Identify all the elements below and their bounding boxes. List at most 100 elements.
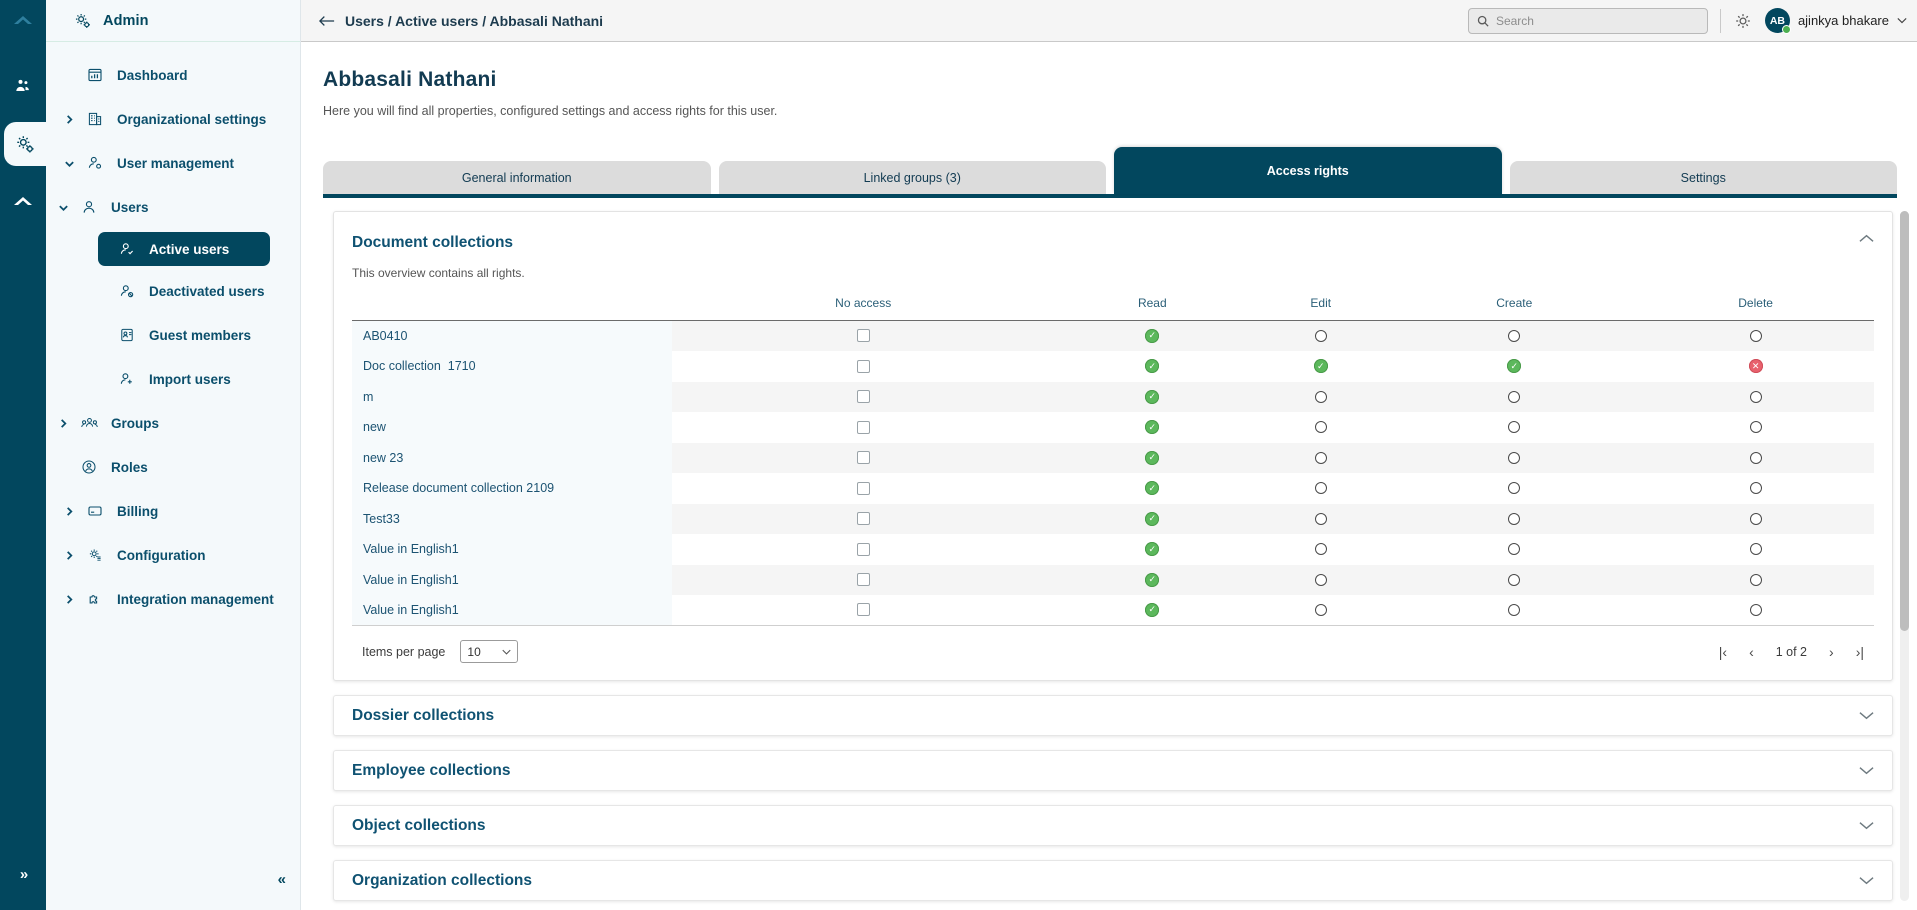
cell-edit[interactable] — [1250, 564, 1392, 595]
granted-icon[interactable]: ✓ — [1145, 572, 1160, 587]
granted-icon[interactable]: ✓ — [1145, 389, 1160, 404]
permission-radio[interactable] — [1749, 543, 1762, 556]
permission-radio[interactable] — [1314, 390, 1327, 403]
cell-create[interactable]: ✓ — [1391, 351, 1637, 382]
sidebar-item-roles[interactable]: Roles — [46, 448, 300, 486]
cell-delete[interactable] — [1637, 442, 1874, 473]
permission-radio[interactable] — [1749, 512, 1762, 525]
sidebar-item-guest-members[interactable]: Guest members — [46, 316, 300, 354]
sidebar-item-import-users[interactable]: Import users — [46, 360, 300, 398]
cell-delete[interactable] — [1637, 534, 1874, 565]
cell-edit[interactable] — [1250, 320, 1392, 351]
permission-radio[interactable] — [1508, 573, 1521, 586]
cell-delete[interactable] — [1637, 564, 1874, 595]
cell-edit[interactable]: ✓ — [1250, 351, 1391, 382]
permission-radio[interactable] — [1508, 512, 1521, 525]
cell-no-access[interactable] — [672, 564, 1055, 595]
permission-radio[interactable] — [1314, 543, 1327, 556]
chevron-down-icon[interactable] — [1859, 711, 1874, 720]
sidebar-collapse-button[interactable]: « — [278, 871, 286, 888]
accordion-employee-collections[interactable]: Employee collections — [333, 750, 1893, 791]
no-access-checkbox[interactable] — [856, 390, 870, 404]
cell-read[interactable]: ✓ — [1054, 473, 1250, 504]
cell-read[interactable]: ✓ — [1054, 351, 1250, 382]
sidebar-item-active-users[interactable]: Active users — [98, 232, 270, 266]
panel-scrollbar-thumb[interactable] — [1900, 211, 1909, 631]
cell-create[interactable] — [1391, 320, 1638, 351]
cell-delete[interactable] — [1637, 595, 1874, 626]
permission-radio[interactable] — [1314, 573, 1327, 586]
cell-delete[interactable]: ✕ — [1637, 351, 1874, 382]
arrow-left-icon[interactable] — [319, 14, 335, 28]
prev-page-button[interactable]: ‹ — [1749, 644, 1754, 660]
chevron-right-icon[interactable] — [56, 594, 82, 605]
accordion-object-collections[interactable]: Object collections — [333, 805, 1893, 846]
cell-delete[interactable] — [1637, 412, 1874, 443]
permission-radio[interactable] — [1314, 421, 1327, 434]
last-page-button[interactable]: ›| — [1856, 644, 1864, 660]
chevron-up-icon[interactable] — [1859, 234, 1874, 243]
permission-radio[interactable] — [1508, 421, 1521, 434]
cell-no-access[interactable] — [672, 351, 1054, 382]
denied-icon[interactable]: ✕ — [1748, 359, 1763, 374]
chevron-right-icon[interactable] — [56, 506, 82, 517]
chevron-right-icon[interactable] — [56, 114, 82, 125]
no-access-checkbox[interactable] — [856, 420, 870, 434]
cell-no-access[interactable] — [672, 503, 1055, 534]
sidebar-item-users[interactable]: Users — [46, 188, 300, 226]
granted-icon[interactable]: ✓ — [1145, 359, 1160, 374]
cell-edit[interactable] — [1250, 503, 1392, 534]
items-per-page-select[interactable]: 10 — [460, 640, 519, 663]
chevron-down-icon[interactable] — [1897, 17, 1907, 24]
no-access-checkbox[interactable] — [856, 573, 870, 587]
granted-icon[interactable]: ✓ — [1145, 511, 1160, 526]
cell-no-access[interactable] — [672, 595, 1055, 626]
sidebar-item-deactivated-users[interactable]: Deactivated users — [46, 272, 300, 310]
permission-radio[interactable] — [1749, 451, 1762, 464]
permission-radio[interactable] — [1508, 543, 1521, 556]
permission-radio[interactable] — [1749, 329, 1762, 342]
cell-create[interactable] — [1391, 595, 1638, 626]
chevron-down-icon[interactable] — [1859, 821, 1874, 830]
cell-no-access[interactable] — [672, 534, 1054, 565]
no-access-checkbox[interactable] — [856, 512, 870, 526]
search-box[interactable] — [1467, 7, 1708, 34]
tab-settings[interactable]: Settings — [1509, 161, 1897, 194]
cell-create[interactable] — [1391, 473, 1637, 504]
permission-radio[interactable] — [1749, 482, 1762, 495]
cell-read[interactable]: ✓ — [1054, 503, 1251, 534]
first-page-button[interactable]: |‹ — [1719, 644, 1727, 660]
search-input[interactable] — [1495, 13, 1699, 28]
permission-radio[interactable] — [1749, 603, 1762, 616]
no-access-checkbox[interactable] — [856, 451, 870, 465]
accordion-organization-collections[interactable]: Organization collections — [333, 860, 1893, 901]
cell-read[interactable]: ✓ — [1054, 564, 1251, 595]
cloud-logo-icon[interactable] — [0, 0, 46, 42]
permission-radio[interactable] — [1508, 451, 1521, 464]
cell-delete[interactable] — [1637, 473, 1874, 504]
user-menu[interactable]: AB ajinkya bhakare — [1764, 8, 1907, 34]
permission-radio[interactable] — [1508, 390, 1521, 403]
avatar[interactable]: AB — [1764, 8, 1791, 34]
cell-no-access[interactable] — [672, 473, 1054, 504]
permission-radio[interactable] — [1749, 390, 1762, 403]
sidebar-item-configuration[interactable]: Configuration — [46, 536, 300, 574]
cell-read[interactable]: ✓ — [1054, 595, 1251, 626]
sidebar-item-groups[interactable]: Groups — [46, 404, 300, 442]
chevron-down-icon[interactable] — [56, 158, 82, 169]
rail-item-cloud[interactable] — [0, 180, 46, 224]
granted-icon[interactable]: ✓ — [1145, 328, 1160, 343]
tab-general-information[interactable]: General information — [323, 161, 711, 194]
granted-icon[interactable]: ✓ — [1145, 542, 1160, 557]
cell-edit[interactable] — [1250, 473, 1391, 504]
cell-edit[interactable] — [1250, 381, 1392, 412]
permission-radio[interactable] — [1508, 603, 1521, 616]
no-access-checkbox[interactable] — [856, 359, 870, 373]
cell-read[interactable]: ✓ — [1054, 412, 1250, 443]
cell-delete[interactable] — [1637, 320, 1874, 351]
permission-radio[interactable] — [1314, 329, 1327, 342]
cell-create[interactable] — [1391, 564, 1638, 595]
cell-create[interactable] — [1391, 412, 1637, 443]
cell-no-access[interactable] — [672, 412, 1054, 443]
gear-icon[interactable] — [1733, 11, 1753, 31]
